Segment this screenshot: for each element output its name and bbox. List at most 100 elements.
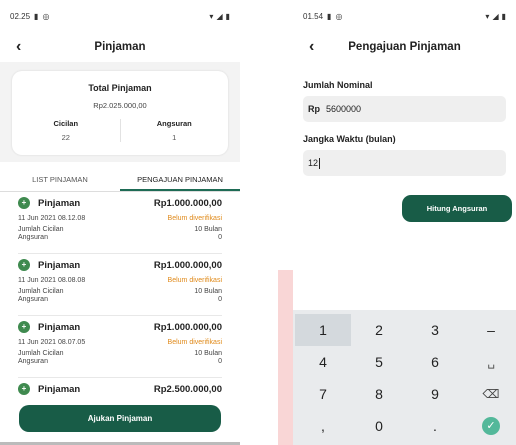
key-minus[interactable]: – — [463, 314, 516, 346]
loan-list-screen: 02.25 ▮ ◎ ▾ ◢ ▮ ‹ Pinjaman Total Pinjama… — [0, 0, 240, 445]
space-key-icon[interactable]: ␣ — [463, 346, 516, 378]
jangka-value: 12 — [308, 158, 319, 168]
tab-bar: LIST PINJAMAN PENGAJUAN PINJAMAN — [0, 164, 240, 192]
tab-list-pinjaman[interactable]: LIST PINJAMAN — [0, 164, 120, 191]
summary-section: Total Pinjaman Rp2.025.000,00 Cicilan 22… — [0, 62, 240, 162]
item-date: 11 Jun 2021 08.12.08 — [18, 215, 86, 222]
item-amount: Rp2.500.000,00 — [153, 383, 222, 395]
submit-bar: Ajukan Pinjaman — [0, 405, 240, 445]
total-loan-card: Total Pinjaman Rp2.025.000,00 Cicilan 22… — [12, 71, 228, 155]
top-app-bar: ‹ Pinjaman — [0, 32, 240, 62]
key-1[interactable]: 1 — [295, 314, 351, 346]
signal-icon: ◢ — [492, 11, 499, 21]
back-arrow-icon[interactable]: ‹ — [16, 39, 30, 55]
item-angsuran-value: 0 — [218, 234, 222, 241]
screenshot-root: 02.25 ▮ ◎ ▾ ◢ ▮ ‹ Pinjaman Total Pinjama… — [0, 0, 516, 445]
back-arrow-icon[interactable]: ‹ — [309, 39, 323, 55]
signal-icon: ◢ — [216, 11, 223, 21]
sync-icon: ◎ — [42, 11, 50, 21]
item-date: 11 Jun 2021 08.07.05 — [18, 339, 86, 346]
check-icon: ✓ — [482, 417, 500, 435]
wifi-icon: ▾ — [209, 11, 214, 21]
key-3[interactable]: 3 — [407, 314, 463, 346]
hitung-angsuran-button[interactable]: Hitung Angsuran — [402, 195, 512, 222]
jangka-input[interactable]: 12 — [303, 150, 506, 176]
key-4[interactable]: 4 — [295, 346, 351, 378]
sim-icon: ▮ — [34, 11, 39, 21]
key-comma[interactable]: , — [295, 410, 351, 442]
backspace-icon[interactable]: ⌫ — [463, 378, 516, 410]
item-angsuran-value: 0 — [218, 296, 222, 303]
cicilan-label: Cicilan — [53, 119, 79, 128]
page-title: Pinjaman — [94, 41, 146, 53]
item-name: Pinjaman — [38, 259, 81, 271]
battery-icon: ▮ — [501, 11, 506, 21]
item-cicilan-value: 10 Bulan — [194, 226, 222, 233]
angsuran-value: 1 — [172, 133, 177, 142]
item-amount: Rp1.000.000,00 — [153, 259, 222, 271]
loan-status-icon: + — [18, 321, 30, 333]
key-dot[interactable]: . — [407, 410, 463, 442]
list-item[interactable]: + Pinjaman Rp2.500.000,00 — [18, 378, 222, 404]
status-time: 01.54 — [303, 11, 324, 21]
item-cicilan-label: Jumlah Cicilan — [18, 350, 64, 357]
key-6[interactable]: 6 — [407, 346, 463, 378]
item-name: Pinjaman — [38, 321, 81, 333]
loan-status-icon: + — [18, 383, 30, 395]
key-9[interactable]: 9 — [407, 378, 463, 410]
key-8[interactable]: 8 — [351, 378, 407, 410]
item-angsuran-label: Angsuran — [18, 234, 48, 241]
list-item[interactable]: + Pinjaman Rp1.000.000,00 11 Jun 2021 08.… — [18, 254, 222, 316]
item-cicilan-label: Jumlah Cicilan — [18, 226, 64, 233]
sim-icon: ▮ — [327, 11, 332, 21]
key-5[interactable]: 5 — [351, 346, 407, 378]
numeric-keypad: 1 2 3 – 4 5 6 ␣ 7 8 9 ⌫ , 0 . ✓ — [293, 310, 516, 445]
divider-strip — [278, 270, 293, 445]
top-app-bar: ‹ Pengajuan Pinjaman — [293, 32, 516, 62]
item-angsuran-value: 0 — [218, 358, 222, 365]
cicilan-value: 22 — [61, 133, 70, 142]
page-title: Pengajuan Pinjaman — [348, 41, 461, 53]
item-angsuran-label: Angsuran — [18, 358, 48, 365]
item-cicilan-value: 10 Bulan — [194, 288, 222, 295]
loan-status-icon: + — [18, 197, 30, 209]
key-0[interactable]: 0 — [351, 410, 407, 442]
status-bar: 01.54 ▮ ◎ ▾ ◢ ▮ — [293, 0, 516, 32]
total-stats-row: Cicilan 22 Angsuran 1 — [12, 119, 228, 142]
angsuran-label: Angsuran — [156, 119, 192, 128]
item-amount: Rp1.000.000,00 — [153, 197, 222, 209]
item-name: Pinjaman — [38, 197, 81, 209]
loan-list: + Pinjaman Rp1.000.000,00 11 Jun 2021 08.… — [0, 192, 240, 404]
text-caret — [319, 157, 321, 169]
item-amount: Rp1.000.000,00 — [153, 321, 222, 333]
currency-prefix: Rp — [308, 104, 320, 114]
jangka-label: Jangka Waktu (bulan) — [303, 134, 396, 144]
item-cicilan-label: Jumlah Cicilan — [18, 288, 64, 295]
application-form: Jumlah Nominal Rp 5600000 Jangka Waktu (… — [293, 62, 516, 176]
nominal-input[interactable]: Rp 5600000 — [303, 96, 506, 122]
item-name: Pinjaman — [38, 383, 81, 395]
ajukan-pinjaman-button[interactable]: Ajukan Pinjaman — [19, 405, 221, 432]
battery-icon: ▮ — [225, 11, 230, 21]
cicilan-stat: Cicilan 22 — [12, 119, 120, 142]
list-item[interactable]: + Pinjaman Rp1.000.000,00 11 Jun 2021 08.… — [18, 192, 222, 254]
nominal-value: 5600000 — [326, 104, 362, 114]
key-2[interactable]: 2 — [351, 314, 407, 346]
wifi-icon: ▾ — [485, 11, 490, 21]
key-7[interactable]: 7 — [295, 378, 351, 410]
status-badge: Belum diverifikasi — [167, 215, 222, 222]
list-item[interactable]: + Pinjaman Rp1.000.000,00 11 Jun 2021 08.… — [18, 316, 222, 378]
status-badge: Belum diverifikasi — [167, 339, 222, 346]
item-angsuran-label: Angsuran — [18, 296, 48, 303]
status-badge: Belum diverifikasi — [167, 277, 222, 284]
tab-pengajuan-pinjaman[interactable]: PENGAJUAN PINJAMAN — [120, 164, 240, 191]
loan-status-icon: + — [18, 259, 30, 271]
item-date: 11 Jun 2021 08.08.08 — [18, 277, 86, 284]
total-amount: Rp2.025.000,00 — [93, 101, 147, 110]
status-bar: 02.25 ▮ ◎ ▾ ◢ ▮ — [0, 0, 240, 32]
status-time: 02.25 — [10, 11, 31, 21]
key-done[interactable]: ✓ — [463, 410, 516, 442]
sync-icon: ◎ — [335, 11, 343, 21]
nominal-label: Jumlah Nominal — [303, 80, 373, 90]
item-cicilan-value: 10 Bulan — [194, 350, 222, 357]
